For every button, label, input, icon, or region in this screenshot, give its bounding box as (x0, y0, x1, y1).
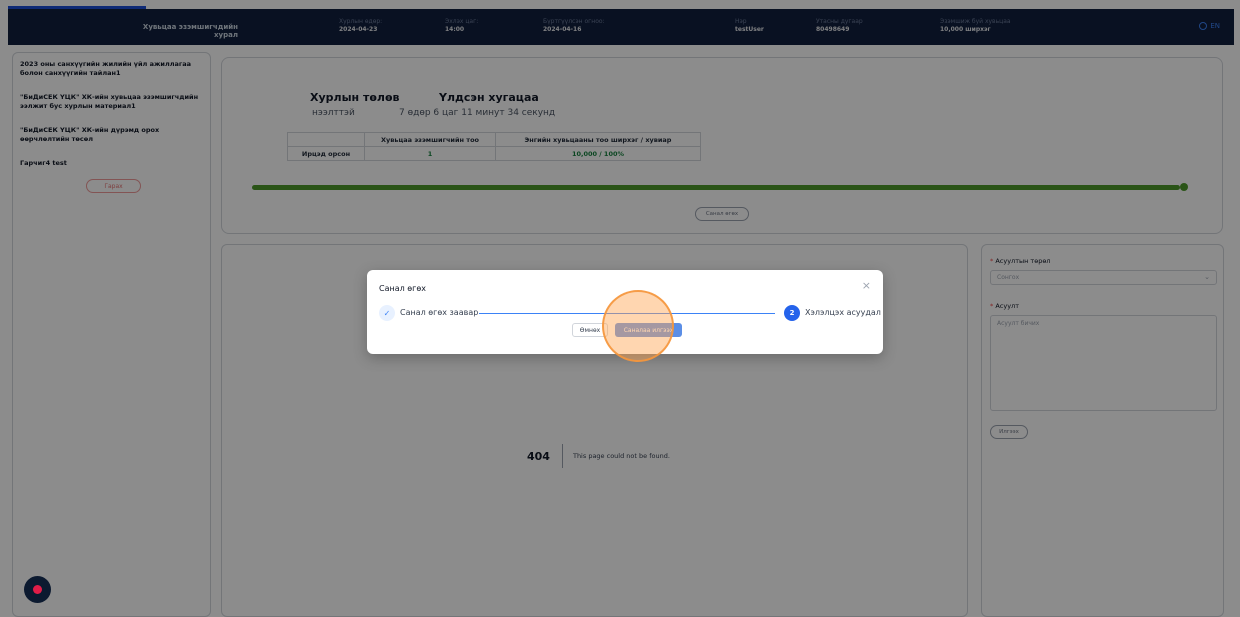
step-2-label[interactable]: Хэлэлцэх асуудал (805, 308, 881, 317)
click-highlight (602, 290, 674, 362)
record-dot-icon (33, 585, 42, 594)
check-icon: ✓ (379, 305, 395, 321)
close-icon[interactable]: × (862, 279, 871, 292)
modal-title: Санал өгөх (379, 284, 427, 293)
step-1-label[interactable]: Санал өгөх заавар (400, 308, 478, 317)
chat-launcher-button[interactable] (24, 576, 51, 603)
step-2-number: 2 (784, 305, 800, 321)
